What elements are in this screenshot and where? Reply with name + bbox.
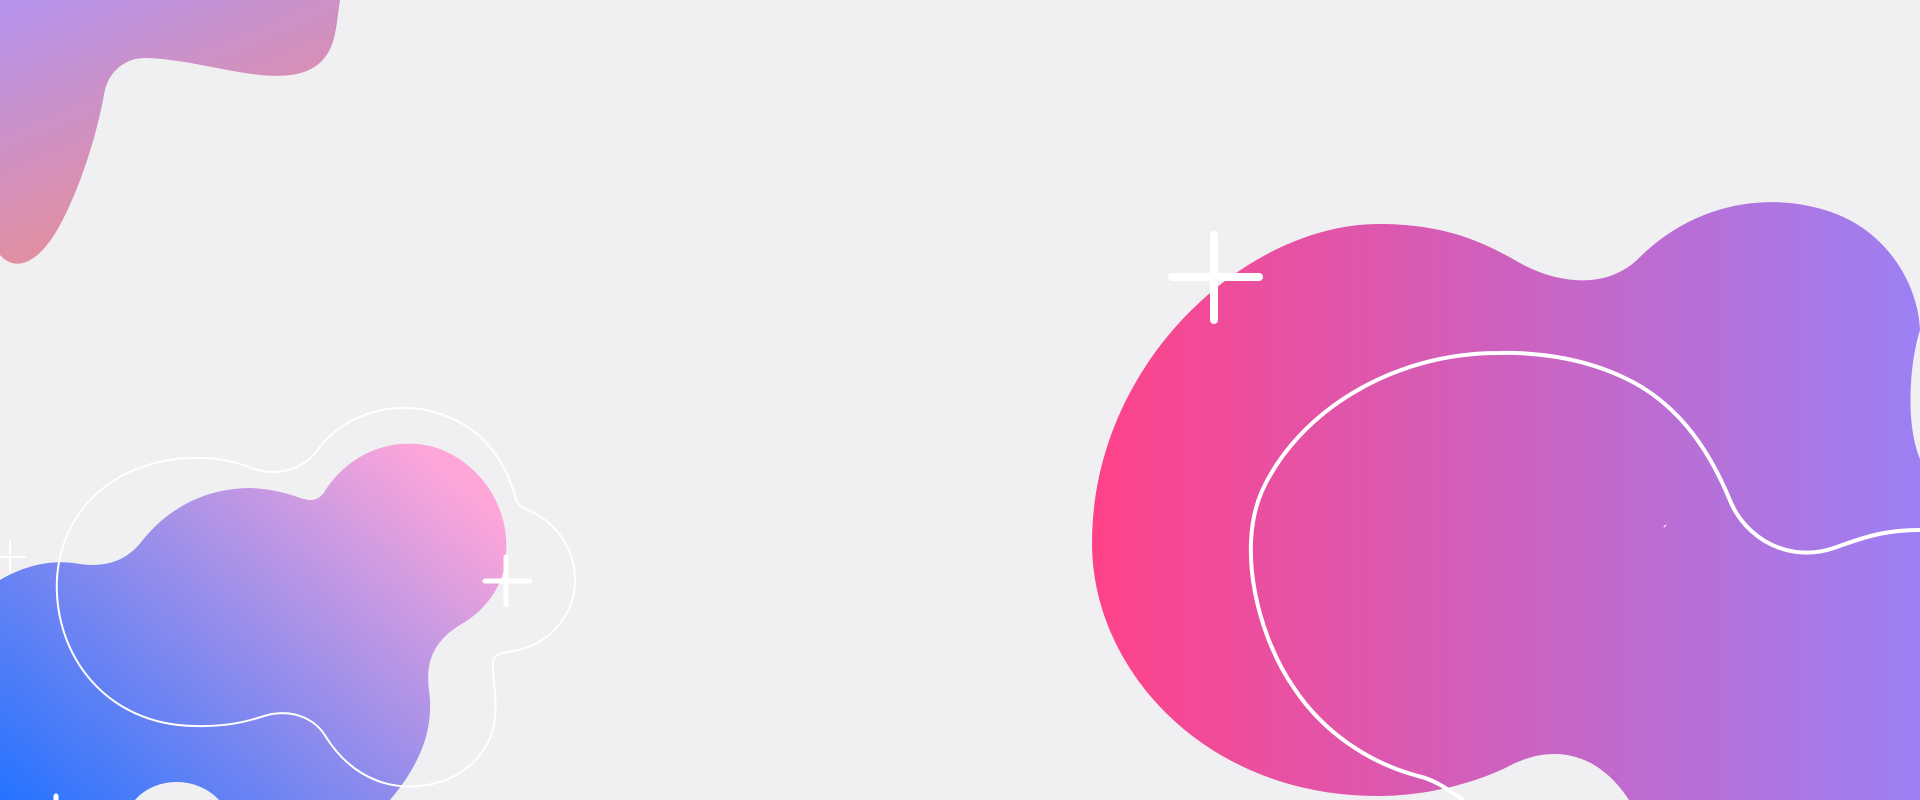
top-left-gradient-blob	[0, 0, 340, 264]
bottom-left-gradient-blob	[0, 443, 507, 800]
plus-icon	[0, 540, 26, 573]
background-canvas	[0, 0, 1920, 800]
decorative-illustration	[0, 0, 1920, 800]
